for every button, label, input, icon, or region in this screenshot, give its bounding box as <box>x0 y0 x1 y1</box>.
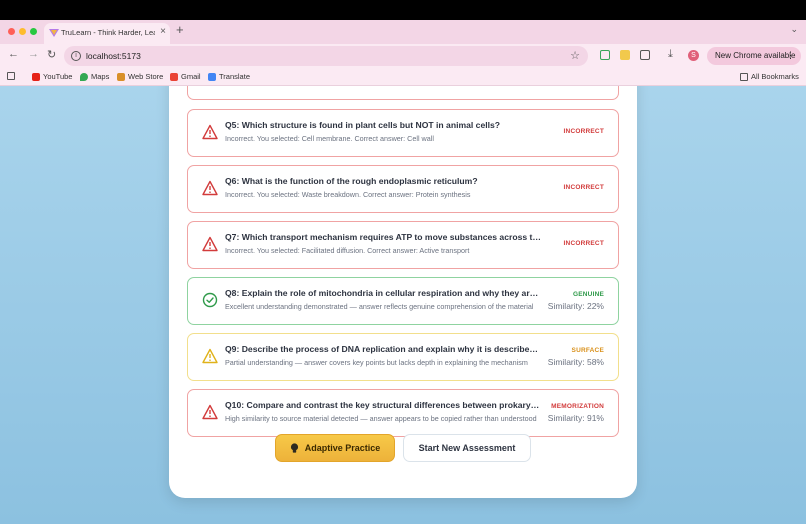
profile-avatar[interactable]: S <box>688 50 699 61</box>
similarity-score: Similarity: 58% <box>547 357 604 367</box>
status-badge: INCORRECT <box>563 240 604 247</box>
check-circle-icon <box>202 292 218 308</box>
result-item: Q10: Compare and contrast the key struct… <box>187 389 619 437</box>
chrome-update-button[interactable]: New Chrome available ⋮ <box>707 47 801 65</box>
warning-triangle-icon <box>202 236 218 252</box>
close-window-button[interactable] <box>8 28 15 35</box>
reload-icon[interactable]: ↻ <box>47 48 56 61</box>
warning-triangle-icon <box>202 124 218 140</box>
more-menu-icon[interactable]: ⋮ <box>786 50 795 61</box>
lightbulb-icon <box>290 442 298 453</box>
page-viewport: Q5: Which structure is found in plant ce… <box>0 86 806 524</box>
translate-icon <box>208 72 216 81</box>
status-badge: SURFACE <box>571 347 604 354</box>
similarity-score: Similarity: 91% <box>547 413 604 423</box>
result-item-partial <box>187 86 619 100</box>
result-item: Q7: Which transport mechanism requires A… <box>187 221 619 269</box>
site-info-icon[interactable]: i <box>71 51 81 61</box>
back-arrow-icon[interactable]: ← <box>8 48 19 60</box>
forward-arrow-icon[interactable]: → <box>28 48 39 60</box>
close-tab-icon[interactable]: × <box>160 26 166 37</box>
result-item: Q5: Which structure is found in plant ce… <box>187 109 619 157</box>
status-badge: INCORRECT <box>563 128 604 135</box>
extension-icon[interactable] <box>600 50 610 60</box>
puzzle-extensions-icon[interactable] <box>640 50 650 60</box>
question-feedback: Incorrect. You selected: Facilitated dif… <box>225 246 470 255</box>
menu-bar <box>0 0 806 20</box>
warning-triangle-icon <box>202 404 218 420</box>
question-title: Q5: Which structure is found in plant ce… <box>225 120 501 130</box>
youtube-icon <box>32 72 40 81</box>
question-feedback: Incorrect. You selected: Cell membrane. … <box>225 134 434 143</box>
download-icon[interactable]: ⤓ <box>668 48 673 61</box>
results-card: Q5: Which structure is found in plant ce… <box>169 86 637 498</box>
bookmark-translate[interactable]: Translate <box>208 72 250 81</box>
bookmark-star-icon[interactable]: ☆ <box>570 49 580 62</box>
question-feedback: Incorrect. You selected: Waste breakdown… <box>225 190 471 199</box>
status-badge: MEMORIZATION <box>551 403 604 410</box>
question-feedback: Partial understanding — answer covers ke… <box>225 358 528 367</box>
warning-triangle-icon <box>202 348 218 364</box>
question-title: Q6: What is the function of the rough en… <box>225 176 478 186</box>
minimize-window-button[interactable] <box>19 28 26 35</box>
url-text: localhost:5173 <box>86 51 141 61</box>
web-store-icon <box>117 72 125 81</box>
folder-icon <box>740 72 748 81</box>
question-title: Q8: Explain the role of mitochondria in … <box>225 288 543 298</box>
trulearn-favicon-icon <box>49 29 59 37</box>
start-new-assessment-label: Start New Assessment <box>418 443 516 453</box>
similarity-score: Similarity: 22% <box>547 301 604 311</box>
status-badge: INCORRECT <box>563 184 604 191</box>
adaptive-practice-label: Adaptive Practice <box>304 443 381 453</box>
status-badge: GENUINE <box>572 291 604 298</box>
folder-extension-icon[interactable] <box>620 50 630 60</box>
question-title: Q10: Compare and contrast the key struct… <box>225 400 543 410</box>
tab-search-chevron-icon[interactable]: ⌄ <box>790 24 798 35</box>
maximize-window-button[interactable] <box>30 28 37 35</box>
browser-tab[interactable]: TruLearn - Think Harder, Lear × <box>44 23 170 44</box>
address-bar[interactable]: i localhost:5173 ☆ <box>64 46 588 66</box>
question-title: Q9: Describe the process of DNA replicat… <box>225 344 543 354</box>
start-new-assessment-button[interactable]: Start New Assessment <box>403 434 531 462</box>
maps-pin-icon <box>80 72 88 81</box>
apps-grid-icon[interactable] <box>7 72 15 80</box>
question-feedback: High similarity to source material detec… <box>225 414 537 423</box>
gmail-icon <box>170 72 178 81</box>
bookmark-web-store[interactable]: Web Store <box>117 72 163 81</box>
bookmarks-bar: YouTube Maps Web Store Gmail Translate A… <box>0 68 806 86</box>
question-feedback: Excellent understanding demonstrated — a… <box>225 302 534 311</box>
bookmark-maps[interactable]: Maps <box>80 72 109 81</box>
result-item: Q9: Describe the process of DNA replicat… <box>187 333 619 381</box>
warning-triangle-icon <box>202 180 218 196</box>
chrome-update-label: New Chrome available <box>715 51 796 60</box>
adaptive-practice-button[interactable]: Adaptive Practice <box>275 434 395 462</box>
browser-toolbar: ← → ↻ i localhost:5173 ☆ ⤓ S New Chrome … <box>0 44 806 68</box>
question-title: Q7: Which transport mechanism requires A… <box>225 232 543 242</box>
tab-title: TruLearn - Think Harder, Lear <box>61 28 155 37</box>
bookmark-gmail[interactable]: Gmail <box>170 72 201 81</box>
all-bookmarks-button[interactable]: All Bookmarks <box>740 72 799 81</box>
result-item: Q6: What is the function of the rough en… <box>187 165 619 213</box>
bookmark-youtube[interactable]: YouTube <box>32 72 72 81</box>
tab-strip: TruLearn - Think Harder, Lear × + ⌄ <box>0 20 806 44</box>
result-item: Q8: Explain the role of mitochondria in … <box>187 277 619 325</box>
new-tab-button[interactable]: + <box>176 22 184 37</box>
